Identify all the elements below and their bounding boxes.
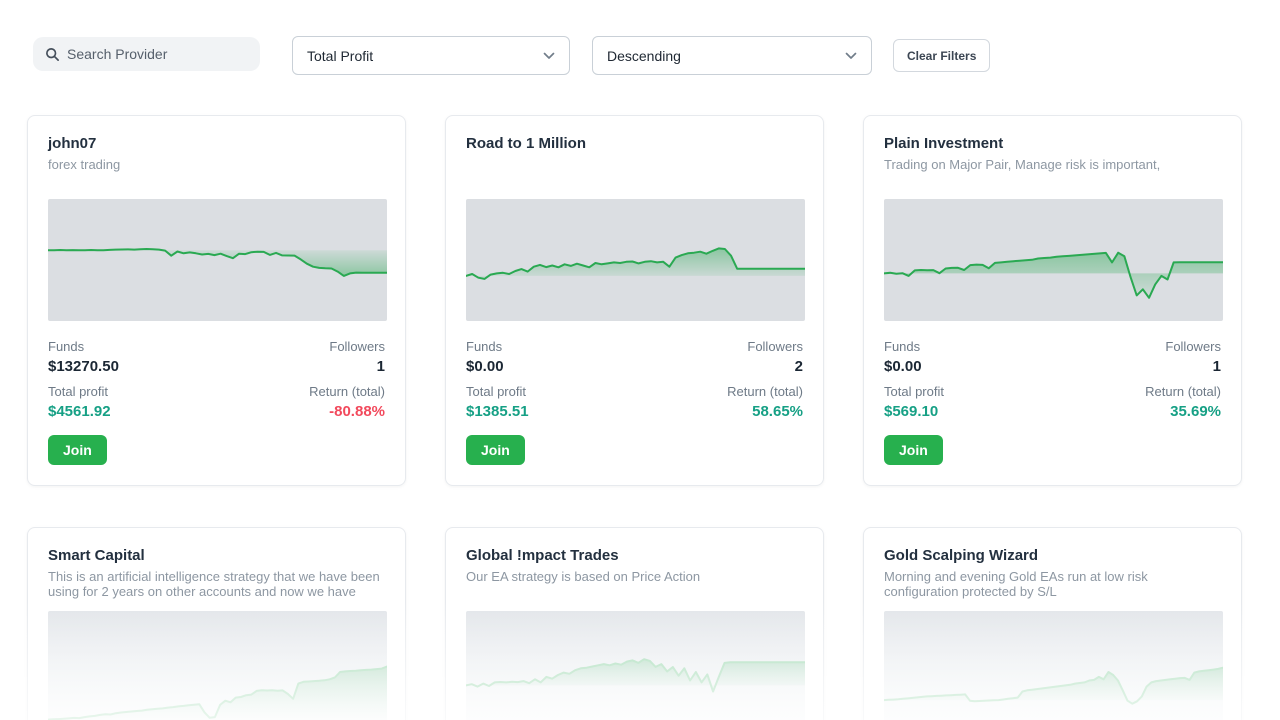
return-total-label: Return (total)	[727, 384, 803, 399]
sort-by-select[interactable]: Total Profit	[292, 36, 570, 75]
funds-label: Funds	[48, 339, 85, 354]
provider-card: john07 forex trading Funds $13270.50 Fol…	[27, 115, 406, 486]
chevron-down-icon	[845, 52, 857, 59]
provider-stats: Funds $0.00 Followers 1 Total profit $56…	[884, 339, 1221, 421]
provider-title: Global !mpact Trades	[466, 547, 619, 564]
followers-label: Followers	[1165, 339, 1221, 354]
provider-title: Smart Capital	[48, 547, 145, 564]
provider-title: john07	[48, 135, 97, 152]
search-provider-box[interactable]	[33, 37, 260, 71]
equity-sparkline-chart	[466, 611, 805, 720]
join-button[interactable]: Join	[48, 435, 107, 465]
followers-value: 1	[376, 358, 385, 375]
join-button[interactable]: Join	[466, 435, 525, 465]
equity-sparkline-chart	[884, 199, 1223, 321]
sort-by-value: Total Profit	[307, 47, 374, 64]
return-total-value: -80.88%	[329, 403, 385, 420]
equity-sparkline-chart	[48, 611, 387, 720]
followers-value: 1	[1212, 358, 1221, 375]
sort-direction-select[interactable]: Descending	[592, 36, 872, 75]
provider-title: Road to 1 Million	[466, 135, 586, 152]
provider-description: Trading on Major Pair, Manage risk is im…	[884, 157, 1161, 172]
sort-direction-value: Descending	[607, 47, 681, 64]
total-profit-value: $569.10	[884, 403, 939, 420]
provider-card: Gold Scalping Wizard Morning and evening…	[863, 527, 1242, 720]
chevron-down-icon	[543, 52, 555, 59]
followers-value: 2	[794, 358, 803, 375]
total-profit-label: Total profit	[884, 384, 944, 399]
funds-label: Funds	[884, 339, 921, 354]
total-profit-label: Total profit	[466, 384, 526, 399]
provider-description: Our EA strategy is based on Price Action	[466, 569, 701, 584]
join-button[interactable]: Join	[884, 435, 943, 465]
return-total-value: 35.69%	[1170, 403, 1221, 420]
funds-value: $13270.50	[48, 358, 119, 375]
funds-value: $0.00	[884, 358, 922, 375]
provider-description	[466, 157, 803, 187]
filter-bar: Total Profit Descending Clear Filters	[0, 0, 1280, 95]
return-total-label: Return (total)	[1145, 384, 1221, 399]
provider-description: Morning and evening Gold EAs run at low …	[884, 569, 1148, 599]
followers-label: Followers	[329, 339, 385, 354]
total-profit-label: Total profit	[48, 384, 108, 399]
total-profit-value: $4561.92	[48, 403, 111, 420]
provider-stats: Funds $13270.50 Followers 1 Total profit…	[48, 339, 385, 421]
total-profit-value: $1385.51	[466, 403, 529, 420]
provider-description: forex trading	[48, 157, 121, 172]
funds-label: Funds	[466, 339, 503, 354]
provider-stats: Funds $0.00 Followers 2 Total profit $13…	[466, 339, 803, 421]
provider-title: Gold Scalping Wizard	[884, 547, 1039, 564]
search-icon	[46, 47, 59, 61]
equity-sparkline-chart	[48, 199, 387, 321]
provider-card: Road to 1 Million Funds $0.00 Followers …	[445, 115, 824, 486]
return-total-label: Return (total)	[309, 384, 385, 399]
funds-value: $0.00	[466, 358, 504, 375]
clear-filters-button[interactable]: Clear Filters	[893, 39, 991, 72]
followers-label: Followers	[747, 339, 803, 354]
search-input[interactable]	[67, 46, 248, 62]
provider-card: Smart Capital This is an artificial inte…	[27, 527, 406, 720]
provider-card: Plain Investment Trading on Major Pair, …	[863, 115, 1242, 486]
provider-description: This is an artificial intelligence strat…	[48, 569, 380, 599]
provider-title: Plain Investment	[884, 135, 1004, 152]
equity-sparkline-chart	[884, 611, 1223, 720]
provider-card: Global !mpact Trades Our EA strategy is …	[445, 527, 824, 720]
equity-sparkline-chart	[466, 199, 805, 321]
return-total-value: 58.65%	[752, 403, 803, 420]
